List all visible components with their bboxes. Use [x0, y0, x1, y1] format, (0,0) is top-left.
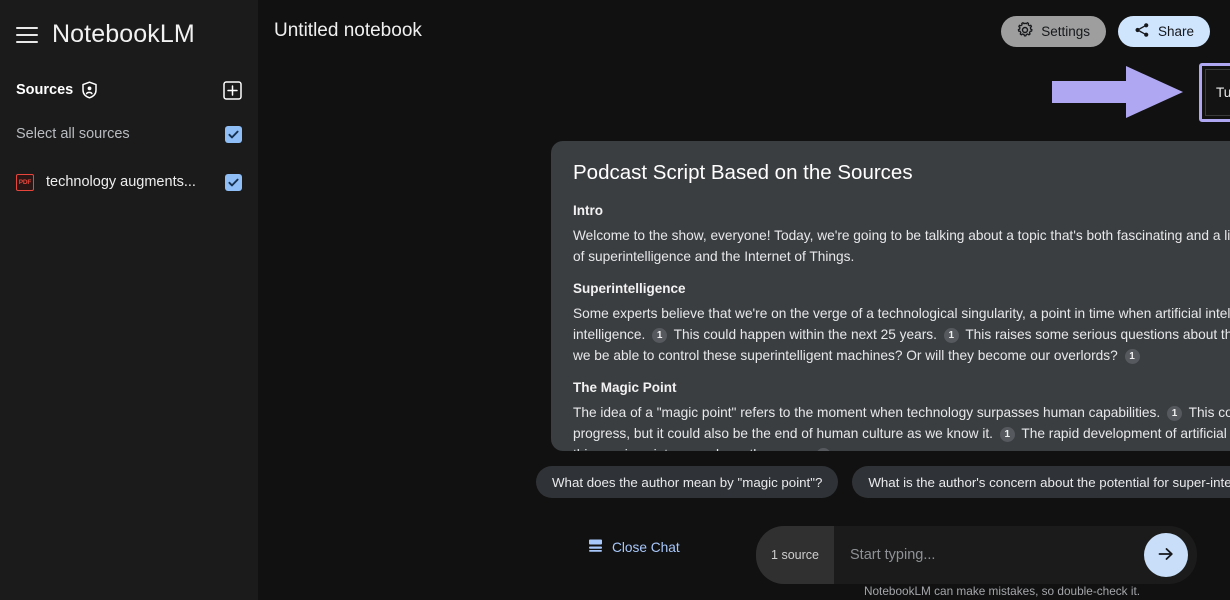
source-count-chip[interactable]: 1 source: [756, 526, 834, 584]
source-item-label: technology augments...: [46, 174, 196, 190]
disclaimer-text: NotebookLM can make mistakes, so double-…: [516, 584, 1230, 598]
notebooklm-app: NotebookLM Sources Select all sources: [0, 0, 1230, 600]
plus-square-icon[interactable]: [223, 81, 242, 100]
suggestion-chip[interactable]: What is the author's concern about the p…: [852, 466, 1230, 498]
suggestion-chip[interactable]: What does the author mean by "magic poin…: [536, 466, 838, 498]
app-title: NotebookLM: [52, 20, 195, 49]
send-button[interactable]: [1144, 533, 1188, 577]
section-body-superintelligence: Some experts believe that we're on the v…: [573, 303, 1230, 366]
main-panel: Untitled notebook Settings: [258, 0, 1230, 600]
citation-badge[interactable]: 1: [1167, 406, 1182, 421]
brand-row: NotebookLM: [0, 0, 258, 49]
sources-header: Sources: [0, 79, 258, 101]
citation-badge[interactable]: 1: [944, 328, 959, 343]
close-chat-label: Close Chat: [612, 540, 680, 555]
source-item-checkbox[interactable]: [225, 174, 242, 191]
close-chat-button[interactable]: Close Chat: [588, 538, 680, 556]
citation-badge[interactable]: 1: [1000, 427, 1015, 442]
right-arrow-annotation: [1050, 64, 1185, 120]
pdf-file-icon: PDF: [16, 174, 34, 191]
share-nodes-icon: [1134, 22, 1150, 41]
response-card: Podcast Script Based on the Sources Intr…: [551, 141, 1230, 451]
citation-badge[interactable]: 1: [652, 328, 667, 343]
suggested-questions-row: What does the author mean by "magic poin…: [536, 466, 1230, 498]
shield-source-icon: [81, 81, 98, 99]
citation-badge[interactable]: 1: [816, 448, 831, 451]
arrow-right-icon: [1156, 544, 1176, 567]
share-button[interactable]: Share: [1118, 16, 1210, 47]
sources-label: Sources: [16, 82, 73, 98]
top-bar: Untitled notebook Settings: [258, 0, 1230, 62]
paragraph-text: The idea of a "magic point" refers to th…: [573, 405, 1160, 420]
prompt-text: Turn this PDF into a podcast script: [1216, 85, 1230, 100]
chat-composer: 1 source: [756, 526, 1197, 584]
prompt-inner: Turn this PDF into a podcast script: [1205, 69, 1230, 116]
section-heading-intro: Intro: [573, 203, 1230, 218]
select-all-sources-label: Select all sources: [16, 126, 130, 142]
chat-bottom-bar: Close Chat 1 source: [516, 516, 1230, 600]
select-all-sources-row[interactable]: Select all sources: [0, 123, 258, 145]
source-list-item[interactable]: PDF technology augments...: [0, 171, 258, 193]
gear-icon: [1017, 22, 1033, 41]
highlighted-prompt-box[interactable]: Turn this PDF into a podcast script: [1199, 63, 1230, 122]
paragraph-text: Welcome to the show, everyone! Today, we…: [573, 228, 1230, 264]
response-title: Podcast Script Based on the Sources: [573, 161, 1230, 185]
section-body-intro: Welcome to the show, everyone! Today, we…: [573, 225, 1230, 267]
citation-badge[interactable]: 1: [1125, 349, 1140, 364]
settings-button[interactable]: Settings: [1001, 16, 1106, 47]
settings-label: Settings: [1041, 24, 1090, 39]
section-heading-magic-point: The Magic Point: [573, 380, 1230, 395]
top-bar-actions: Settings Share: [1001, 16, 1210, 47]
paragraph-text: This could happen within the next 25 yea…: [674, 327, 937, 342]
select-all-checkbox[interactable]: [225, 126, 242, 143]
share-label: Share: [1158, 24, 1194, 39]
notebook-title[interactable]: Untitled notebook: [274, 20, 422, 42]
sources-sidebar: NotebookLM Sources Select all sources: [0, 0, 258, 600]
panel-collapse-icon: [588, 538, 603, 556]
chat-input[interactable]: [834, 547, 1144, 563]
hamburger-icon[interactable]: [16, 27, 38, 43]
section-heading-superintelligence: Superintelligence: [573, 281, 1230, 296]
section-body-magic-point: The idea of a "magic point" refers to th…: [573, 402, 1230, 451]
